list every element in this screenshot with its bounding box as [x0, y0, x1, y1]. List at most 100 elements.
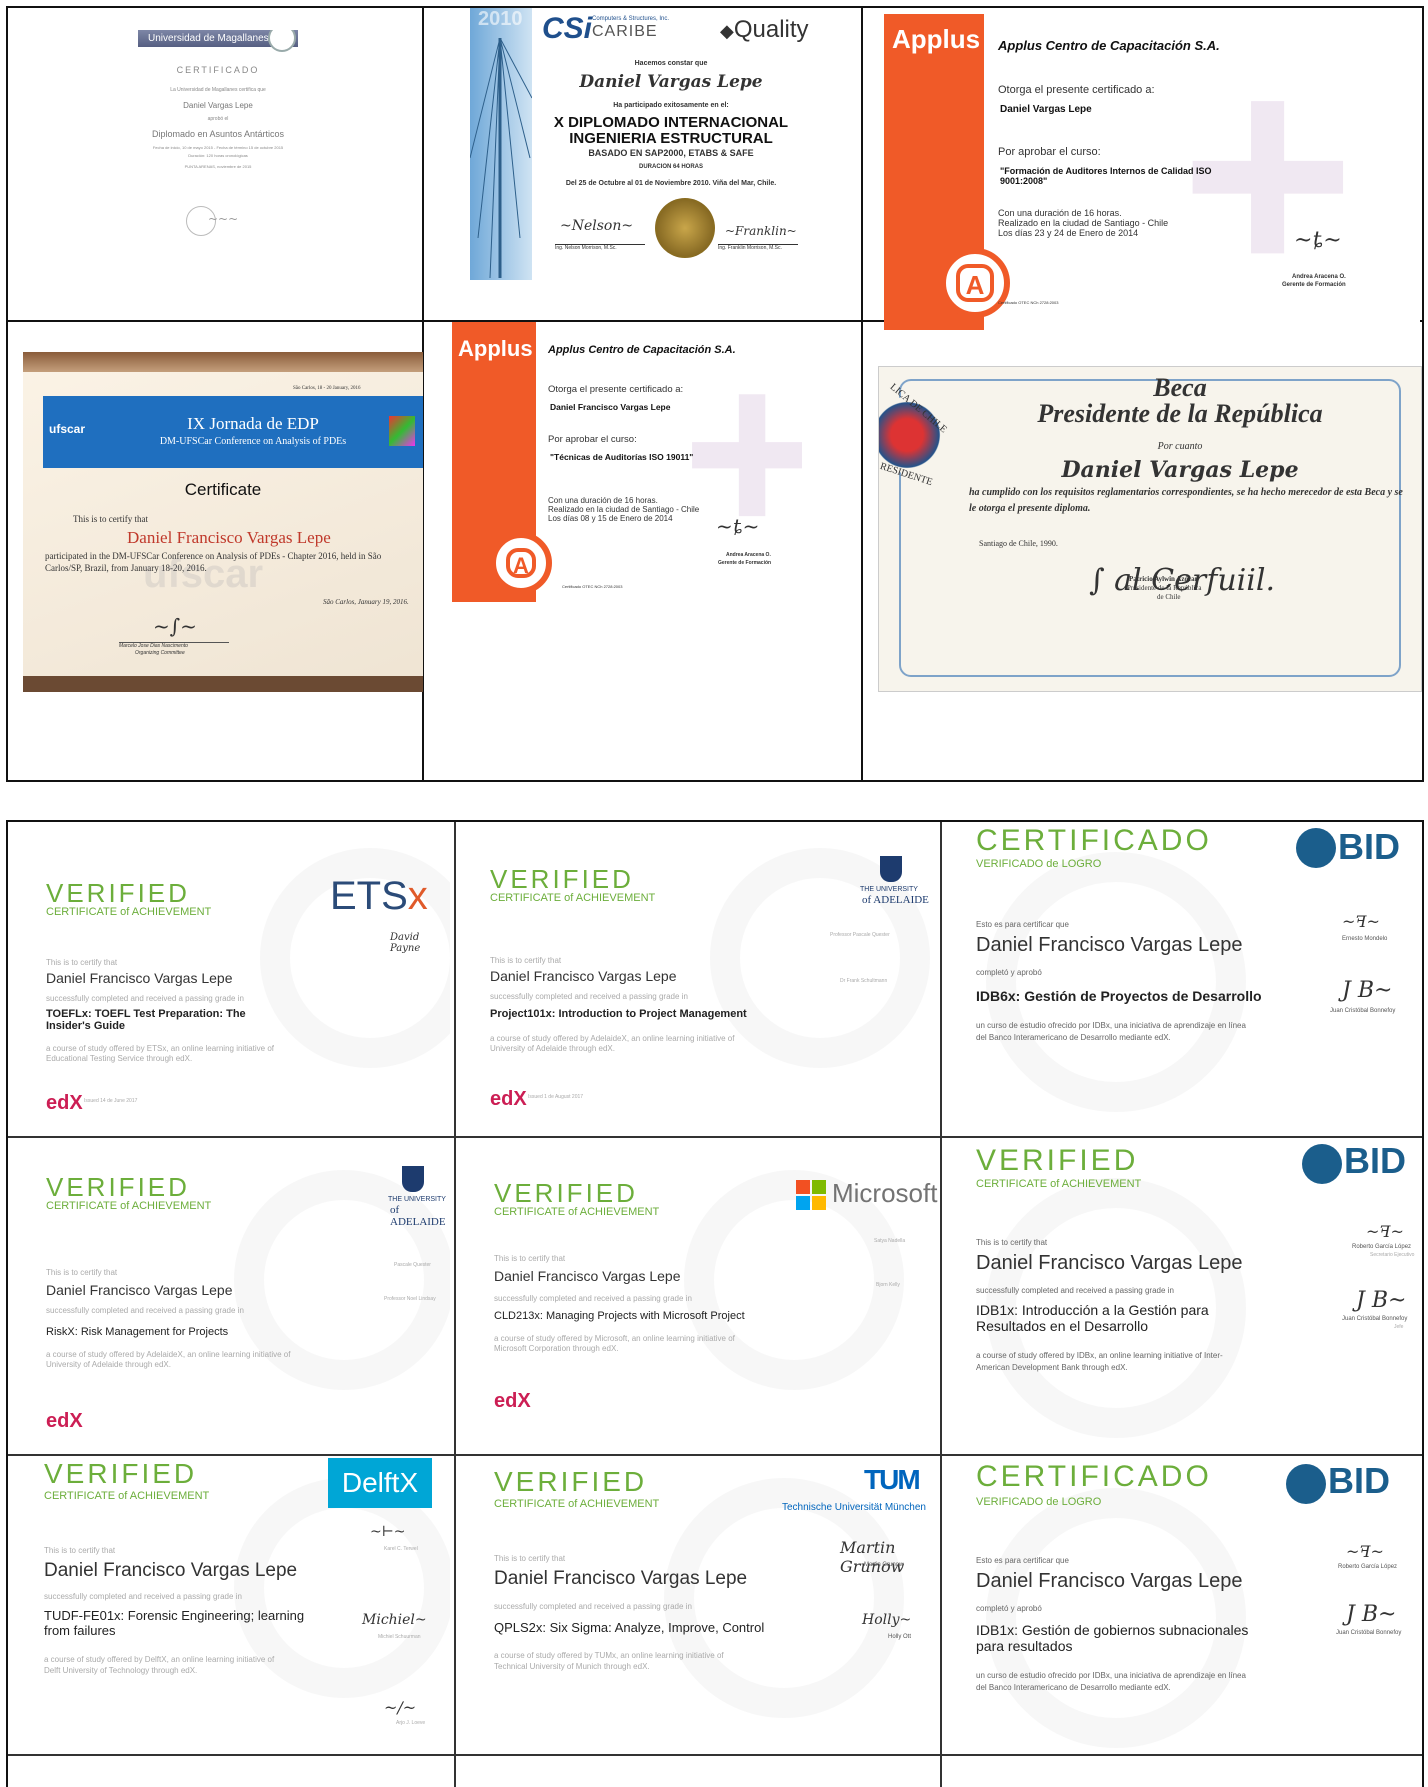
dates-line: Los días 23 y 24 de Enero de 2014 — [998, 228, 1139, 238]
csi-logo: CSi — [542, 12, 593, 45]
ufscar-logo: ufscar — [49, 422, 86, 436]
watermark-seal-icon — [664, 1478, 904, 1718]
course-name: IDB1x: Gestión de gobiernos subnacionale… — [976, 1622, 1249, 1654]
signature: ~ȶ~ — [716, 514, 760, 538]
achievement-label: CERTIFICATE of ACHIEVEMENT — [976, 1178, 1142, 1190]
beca-certificate: LICA DE CHILE RESIDENTE Beca Presidente … — [878, 366, 1422, 692]
course-description: a course of study offered by AdelaideX, … — [46, 1350, 291, 1369]
certify-line: Hacemos constar que — [634, 60, 708, 67]
approve-line: Por aprobar el curso: — [998, 146, 1101, 158]
course-name: "Técnicas de Auditorías ISO 19011" — [550, 452, 694, 462]
microsoft-logo-icon — [796, 1180, 826, 1210]
adelaide-logo: THE UNIVERSITY — [860, 886, 918, 893]
achievement-label: CERTIFICATE of ACHIEVEMENT — [46, 906, 212, 918]
bid-logo-icon — [1296, 828, 1336, 868]
course-description: a course of study offered by TUMx, an on… — [494, 1651, 724, 1671]
center-name: Applus Centro de Capacitación S.A. — [548, 344, 736, 356]
program-name: Diplomado en Asuntos Antárticos — [151, 129, 285, 139]
grid-divider — [8, 1454, 1422, 1456]
signer-role: Organizing Committee — [135, 650, 185, 656]
university-seal-icon — [268, 30, 296, 52]
program-hours: DURACION 64 HORAS — [638, 164, 703, 170]
issue-date: Issued 1 de August 2017 — [528, 1094, 584, 1100]
approved-line: aprobó el — [207, 116, 229, 122]
verified-label: VERIFIED — [44, 1458, 198, 1489]
course-name: QPLS2x: Six Sigma: Analyze, Improve, Con… — [494, 1620, 765, 1635]
completed-line: completó y aprobó — [976, 968, 1042, 977]
course-description: un curso de estudio ofrecido por IDBx, u… — [976, 1021, 1246, 1042]
edx-logo: edX — [46, 1092, 83, 1114]
approve-line: Por aprobar el curso: — [548, 434, 637, 445]
verified-label: VERIFIED — [46, 878, 190, 908]
watermark-seal-icon — [986, 852, 1246, 1112]
por-cuanto: Por cuanto — [1157, 441, 1203, 452]
certificate-title: Certificate — [184, 480, 262, 499]
verified-label: VERIFIED — [494, 1466, 648, 1497]
course-description: a course of study offered by DelftX, an … — [44, 1655, 275, 1675]
course-description: a course of study offered by Microsoft, … — [494, 1334, 735, 1353]
quality-label: Quality — [733, 16, 809, 43]
signature: ~ꟻ~ — [1366, 1222, 1404, 1241]
verified-label: VERIFIED — [494, 1178, 638, 1208]
signer-role: de Chile — [1157, 593, 1181, 601]
magallanes-certificate: Universidad de Magallanes CERTIFICADO La… — [138, 30, 298, 250]
year-label: 2010 — [478, 8, 523, 30]
bid-certificate-1: CERTIFICADO VERIFICADO de LOGRO BID Esto… — [946, 822, 1420, 1132]
grid-divider — [454, 822, 456, 1787]
certify-line: This is to certify that — [490, 956, 562, 965]
recipient-name: Daniel Francisco Vargas Lepe — [494, 1268, 681, 1284]
course-name: CLD213x: Managing Projects with Microsof… — [494, 1310, 745, 1322]
certificado-label: CERTIFICADO — [976, 1460, 1212, 1493]
completed-line: completó y aprobó — [976, 1604, 1042, 1613]
grid-divider — [8, 1754, 1422, 1756]
course-name: IDB6x: Gestión de Proyectos de Desarroll… — [976, 988, 1262, 1004]
issue-date: Issued 14 de June 2017 — [84, 1098, 138, 1104]
certificado-label: CERTIFICADO — [976, 824, 1212, 857]
adelaide-certificate-1: VERIFIED CERTIFICATE of ACHIEVEMENT THE … — [460, 828, 934, 1128]
certify-line: This is to certify that — [73, 514, 148, 524]
header-banner: ufscar IX Jornada de EDP DM-UFSCar Confe… — [43, 396, 423, 468]
signer-1: Martin Grunow — [864, 1562, 904, 1568]
achievement-label: CERTIFICATE of ACHIEVEMENT — [46, 1200, 212, 1212]
bid-logo: BID — [1338, 826, 1400, 867]
signature: J B~ — [1346, 1602, 1397, 1627]
event-subtitle: DM-UFSCar Conference on Analysis of PDEs — [159, 436, 347, 447]
certify-line: This is to certify that — [46, 958, 118, 967]
tum-certificate: VERIFIED CERTIFICATE of ACHIEVEMENT TUM … — [464, 1458, 938, 1750]
gold-seal-icon — [655, 198, 715, 258]
certify-line: This is to certify that — [46, 1268, 118, 1277]
applus-badge-icon: A — [940, 248, 1010, 318]
completed-line: successfully completed and received a pa… — [44, 1592, 242, 1601]
etsx-certificate: VERIFIED CERTIFICATE of ACHIEVEMENT ETSx… — [20, 828, 450, 1128]
bid-logo: BID — [1344, 1140, 1406, 1181]
signer-role: Secretario Ejecutivo — [1370, 1252, 1415, 1258]
verified-label: VERIFIED — [976, 1144, 1139, 1177]
delftx-certificate: VERIFIED CERTIFICATE of ACHIEVEMENT Delf… — [14, 1458, 450, 1750]
edx-logo: edX — [490, 1088, 527, 1110]
applus-certificate-2: Applus A + Applus Centro de Capacitación… — [452, 322, 802, 602]
signer-1: Ernesto Mondelo — [1342, 936, 1388, 942]
edx-certificate-grid: VERIFIED CERTIFICATE of ACHIEVEMENT ETSx… — [6, 820, 1424, 1787]
certificate-title: Presidente de la República — [1037, 399, 1323, 428]
recipient-name: Daniel Vargas Lepe — [183, 101, 253, 110]
signature: ~Nelson~ — [560, 218, 634, 234]
event-date: São Carlos, 18 - 20 January, 2016 — [293, 386, 361, 391]
course-description: un curso de estudio ofrecido por IDBx, u… — [976, 1671, 1246, 1692]
bid-logo: BID — [1328, 1460, 1390, 1501]
signature: ~⊢~ — [370, 1524, 406, 1540]
recipient-name: Daniel Francisco Vargas Lepe — [46, 1282, 233, 1298]
adelaide-crest-icon — [880, 856, 902, 882]
otec-line: Certificado OTEC NCh 2728:2003 — [562, 584, 623, 589]
edx-logo: edX — [46, 1410, 83, 1432]
bid-certificate-3: CERTIFICADO VERIFICADO de LOGRO BID Esto… — [946, 1458, 1420, 1750]
edx-logo: edX — [494, 1390, 531, 1412]
csi-certificate: 2010 CSi Computers & Structures, Inc. CA… — [470, 8, 810, 280]
recipient-name: Daniel Francisco Vargas Lepe — [550, 402, 671, 412]
signer-role: Gerente de Formación — [718, 560, 772, 566]
course-name: TUDF-FE01x: Forensic Engineering; learni… — [44, 1608, 305, 1638]
recipient-name: Daniel Francisco Vargas Lepe — [46, 970, 233, 986]
signer-1: Satya Nadella — [874, 1238, 906, 1244]
microsoft-certificate: VERIFIED CERTIFICATE of ACHIEVEMENT Micr… — [464, 1140, 938, 1440]
location-line: Realizado en la ciudad de Santiago - Chi… — [548, 505, 700, 514]
signer-name: Andrea Aracena O. — [1292, 274, 1346, 280]
